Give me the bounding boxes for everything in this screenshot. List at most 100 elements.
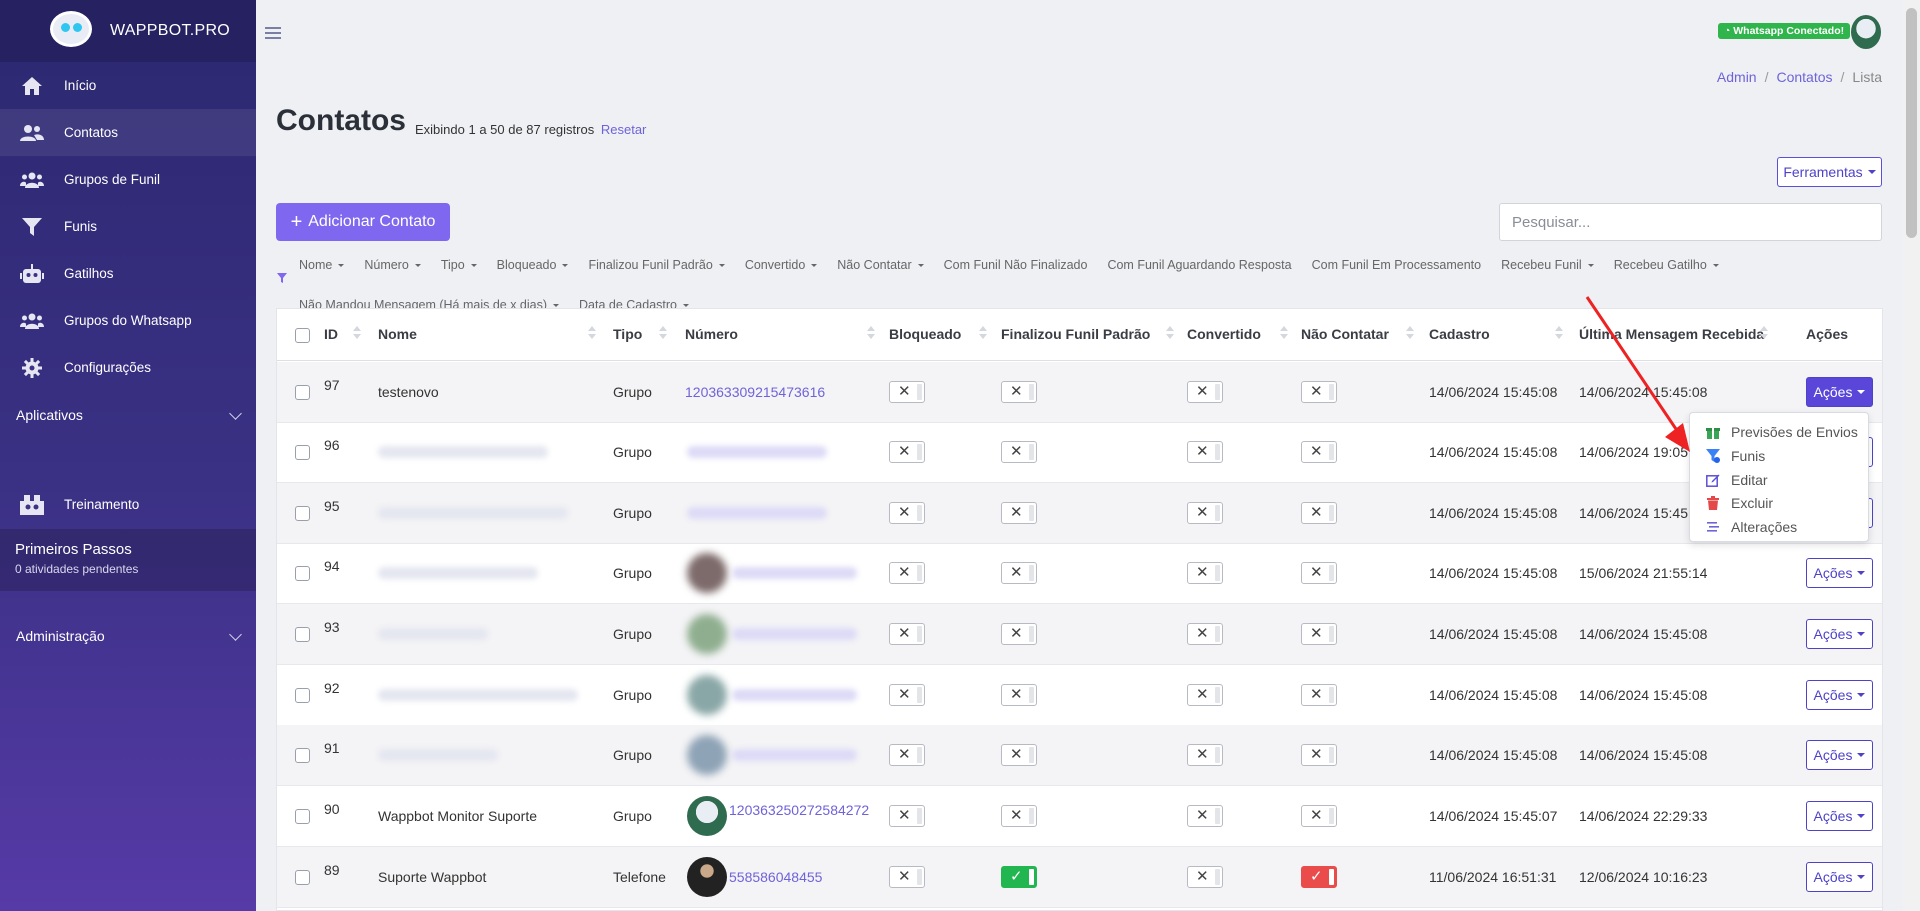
toggle-nao-contatar[interactable]: ✕	[1301, 562, 1337, 584]
row-checkbox[interactable]	[295, 566, 310, 581]
actions-button[interactable]: Ações	[1806, 680, 1873, 710]
sidebar-item-treinamento[interactable]: Treinamento	[0, 481, 256, 528]
row-checkbox[interactable]	[295, 506, 310, 521]
scrollbar-thumb[interactable]	[1906, 8, 1917, 238]
toggle-convertido[interactable]: ✕	[1187, 805, 1223, 827]
row-checkbox[interactable]	[295, 809, 310, 824]
toggle-finalizou[interactable]: ✕	[1001, 381, 1037, 403]
menu-item-editar[interactable]: Editar	[1706, 470, 1768, 490]
toggle-convertido[interactable]: ✕	[1187, 502, 1223, 524]
toggle-convertido[interactable]: ✕	[1187, 441, 1223, 463]
row-checkbox[interactable]	[295, 748, 310, 763]
toggle-bloqueado[interactable]: ✕	[889, 381, 925, 403]
toggle-nao-contatar[interactable]: ✓	[1301, 866, 1337, 888]
column-header-convertido[interactable]: Convertido	[1187, 326, 1261, 342]
sort-icon[interactable]	[979, 325, 987, 341]
sidebar-item-configuracoes[interactable]: Configurações	[0, 344, 256, 391]
sidebar-item-inicio[interactable]: Início	[0, 62, 256, 109]
toggle-convertido[interactable]: ✕	[1187, 744, 1223, 766]
sidebar-item-grupos-de-funil[interactable]: Grupos de Funil	[0, 156, 256, 203]
select-all-checkbox[interactable]	[295, 328, 310, 343]
cell-numero[interactable]: 120363309215473616	[685, 384, 825, 400]
toggle-bloqueado[interactable]: ✕	[889, 684, 925, 706]
toggle-finalizou[interactable]: ✓	[1001, 866, 1037, 888]
column-header-nao-contatar[interactable]: Não Contatar	[1301, 326, 1389, 342]
filter-10[interactable]: Recebeu Funil	[1501, 255, 1594, 275]
actions-button[interactable]: Ações	[1806, 862, 1873, 892]
toggle-bloqueado[interactable]: ✕	[889, 805, 925, 827]
menu-toggle-icon[interactable]	[265, 27, 281, 42]
breadcrumb-admin[interactable]: Admin	[1717, 69, 1757, 85]
sidebar-section-administracao[interactable]: Administração	[0, 612, 256, 660]
toggle-nao-contatar[interactable]: ✕	[1301, 502, 1337, 524]
toggle-nao-contatar[interactable]: ✕	[1301, 744, 1337, 766]
sidebar-item-contatos[interactable]: Contatos	[0, 109, 256, 156]
sort-icon[interactable]	[659, 325, 667, 341]
breadcrumb-contatos[interactable]: Contatos	[1776, 69, 1832, 85]
brand[interactable]: WAPPBOT.PRO	[0, 0, 256, 62]
sort-icon[interactable]	[1760, 325, 1768, 341]
toggle-finalizou[interactable]: ✕	[1001, 684, 1037, 706]
sidebar-item-funis[interactable]: Funis	[0, 203, 256, 250]
column-header-finalizou[interactable]: Finalizou Funil Padrão	[1001, 326, 1150, 342]
menu-item-funis[interactable]: Funis	[1706, 446, 1765, 466]
toggle-bloqueado[interactable]: ✕	[889, 744, 925, 766]
toggle-convertido[interactable]: ✕	[1187, 623, 1223, 645]
row-checkbox[interactable]	[295, 627, 310, 642]
row-checkbox[interactable]	[295, 445, 310, 460]
toggle-convertido[interactable]: ✕	[1187, 866, 1223, 888]
row-checkbox[interactable]	[295, 870, 310, 885]
actions-button[interactable]: Ações	[1806, 558, 1873, 588]
filter-1[interactable]: Número	[364, 255, 421, 275]
sort-icon[interactable]	[1166, 325, 1174, 341]
filter-0[interactable]: Nome	[299, 255, 345, 275]
filter-9[interactable]: Com Funil Em Processamento	[1312, 255, 1482, 275]
column-header-tipo[interactable]: Tipo	[613, 326, 642, 342]
primeiros-passos-panel[interactable]: Primeiros Passos 0 atividades pendentes	[0, 529, 256, 591]
toggle-finalizou[interactable]: ✕	[1001, 441, 1037, 463]
toggle-convertido[interactable]: ✕	[1187, 381, 1223, 403]
actions-button[interactable]: Ações	[1806, 377, 1873, 407]
sidebar-item-gatilhos[interactable]: Gatilhos	[0, 250, 256, 297]
toggle-bloqueado[interactable]: ✕	[889, 441, 925, 463]
toggle-nao-contatar[interactable]: ✕	[1301, 805, 1337, 827]
toggle-nao-contatar[interactable]: ✕	[1301, 684, 1337, 706]
sort-icon[interactable]	[353, 325, 361, 341]
toggle-convertido[interactable]: ✕	[1187, 562, 1223, 584]
sort-icon[interactable]	[1280, 325, 1288, 341]
toggle-nao-contatar[interactable]: ✕	[1301, 441, 1337, 463]
cell-numero[interactable]: 558586048455	[729, 869, 822, 885]
cell-numero[interactable]: 120363250272584272	[729, 802, 869, 818]
filter-11[interactable]: Recebeu Gatilho	[1614, 255, 1719, 275]
toggle-convertido[interactable]: ✕	[1187, 684, 1223, 706]
toggle-finalizou[interactable]: ✕	[1001, 623, 1037, 645]
toggle-finalizou[interactable]: ✕	[1001, 744, 1037, 766]
filter-3[interactable]: Bloqueado	[497, 255, 569, 275]
toggle-nao-contatar[interactable]: ✕	[1301, 381, 1337, 403]
actions-button[interactable]: Ações	[1806, 740, 1873, 770]
tools-button[interactable]: Ferramentas	[1777, 157, 1882, 187]
filter-8[interactable]: Com Funil Aguardando Resposta	[1107, 255, 1291, 275]
toggle-bloqueado[interactable]: ✕	[889, 623, 925, 645]
add-contact-button[interactable]: + Adicionar Contato	[276, 203, 450, 241]
menu-item-excluir[interactable]: Excluir	[1706, 493, 1773, 513]
toggle-bloqueado[interactable]: ✕	[889, 866, 925, 888]
menu-item-previsoes-de-envios[interactable]: Previsões de Envios	[1706, 422, 1858, 442]
filter-6[interactable]: Não Contatar	[837, 255, 924, 275]
toggle-bloqueado[interactable]: ✕	[889, 502, 925, 524]
sidebar-item-grupos-do-whatsapp[interactable]: Grupos do Whatsapp	[0, 297, 256, 344]
toggle-finalizou[interactable]: ✕	[1001, 805, 1037, 827]
sort-icon[interactable]	[1555, 325, 1563, 341]
toggle-nao-contatar[interactable]: ✕	[1301, 623, 1337, 645]
filter-4[interactable]: Finalizou Funil Padrão	[588, 255, 725, 275]
user-avatar[interactable]	[1851, 15, 1881, 49]
reset-link[interactable]: Resetar	[601, 122, 647, 137]
toggle-finalizou[interactable]: ✕	[1001, 562, 1037, 584]
sort-icon[interactable]	[588, 325, 596, 341]
sort-icon[interactable]	[1406, 325, 1414, 341]
toggle-finalizou[interactable]: ✕	[1001, 502, 1037, 524]
menu-item-alteracoes[interactable]: Alterações	[1706, 517, 1797, 537]
sidebar-section-aplicativos[interactable]: Aplicativos	[0, 391, 256, 439]
column-header-id[interactable]: ID	[324, 326, 338, 342]
toggle-bloqueado[interactable]: ✕	[889, 562, 925, 584]
